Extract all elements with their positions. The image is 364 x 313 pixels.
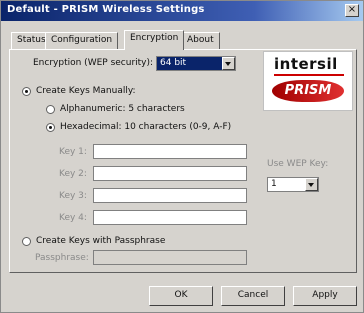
logo-underline xyxy=(274,74,344,76)
wep-security-value: 64 bit xyxy=(160,58,187,68)
alphanumeric-label: Alphanumeric: 5 characters xyxy=(60,104,185,114)
title-bar: Default - PRISM Wireless Settings × xyxy=(1,1,363,21)
alphanumeric-radio[interactable] xyxy=(46,105,55,114)
use-wep-key-label: Use WEP Key: xyxy=(267,159,329,169)
close-button[interactable]: × xyxy=(345,4,359,17)
key3-label: Key 3: xyxy=(59,191,87,201)
wep-security-select[interactable]: 64 bit xyxy=(156,56,236,71)
prism-logo-badge: PRISM xyxy=(272,80,344,102)
use-wep-key-value: 1 xyxy=(271,179,277,189)
hexadecimal-label: Hexadecimal: 10 characters (0-9, A-F) xyxy=(60,122,232,132)
create-keys-passphrase-radio[interactable] xyxy=(22,237,31,246)
chevron-down-icon[interactable] xyxy=(222,57,235,70)
ok-button[interactable]: OK xyxy=(149,286,213,306)
key1-input[interactable] xyxy=(93,144,247,159)
wep-security-label: Encryption (WEP security): xyxy=(33,58,154,68)
tab-configuration[interactable]: Configuration xyxy=(45,32,119,49)
use-wep-key-select[interactable]: 1 xyxy=(267,177,319,192)
key2-input[interactable] xyxy=(93,166,247,181)
passphrase-label: Passphrase: xyxy=(35,253,89,263)
key4-input[interactable] xyxy=(93,210,247,225)
intersil-prism-logo: intersil PRISM xyxy=(263,51,353,111)
apply-button[interactable]: Apply xyxy=(293,286,357,306)
intersil-logo-text: intersil xyxy=(274,55,338,73)
window-title: Default - PRISM Wireless Settings xyxy=(7,4,205,15)
settings-window: Default - PRISM Wireless Settings × Stat… xyxy=(0,0,364,313)
prism-logo-text: PRISM xyxy=(284,83,332,98)
key4-label: Key 4: xyxy=(59,213,87,223)
tab-encryption[interactable]: Encryption xyxy=(124,30,185,50)
cancel-button[interactable]: Cancel xyxy=(221,286,285,306)
chevron-down-icon[interactable] xyxy=(305,178,318,191)
create-keys-passphrase-label: Create Keys with Passphrase xyxy=(36,236,166,246)
passphrase-input[interactable] xyxy=(93,250,247,265)
key1-label: Key 1: xyxy=(59,147,87,157)
key2-label: Key 2: xyxy=(59,169,87,179)
create-keys-manually-label: Create Keys Manually: xyxy=(36,86,136,96)
hexadecimal-radio[interactable] xyxy=(46,123,55,132)
create-keys-manually-radio[interactable] xyxy=(22,87,31,96)
tab-about[interactable]: About xyxy=(181,32,220,49)
key3-input[interactable] xyxy=(93,188,247,203)
